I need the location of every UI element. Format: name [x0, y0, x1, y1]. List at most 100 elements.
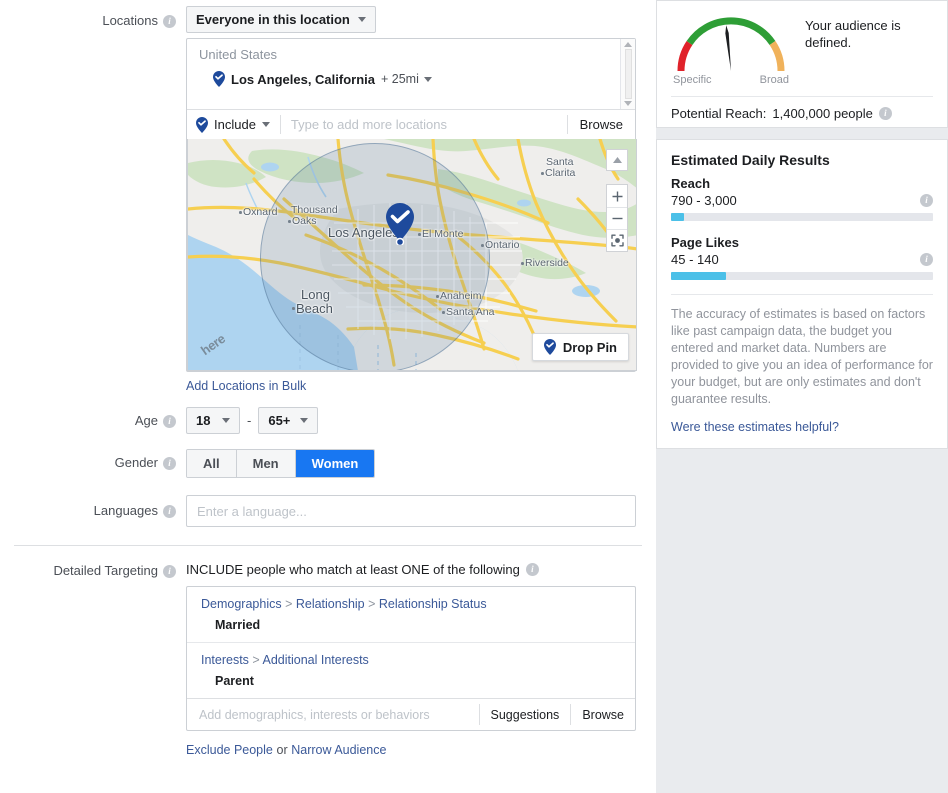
map-city-label: Santa Ana: [446, 307, 494, 318]
exclude-people-link[interactable]: Exclude People: [186, 743, 273, 757]
drop-pin-button[interactable]: Drop Pin: [532, 333, 629, 361]
detailed-targeting-path-segment[interactable]: Relationship Status: [379, 597, 487, 611]
scroll-down-icon[interactable]: [624, 101, 632, 106]
estimated-metric: Page Likes45 - 140i: [671, 235, 933, 280]
potential-reach-value: 1,400,000 people: [772, 106, 872, 121]
gauge-svg: [671, 11, 791, 75]
location-browse-button[interactable]: Browse: [568, 117, 635, 132]
age-label: Age i: [0, 407, 186, 429]
potential-reach-row: Potential Reach: 1,400,000 people i: [671, 106, 933, 121]
detailed-targeting-input[interactable]: Add demographics, interests or behaviors: [187, 708, 479, 722]
map-compass-button[interactable]: [606, 149, 628, 171]
audience-gauge: Specific Broad: [671, 11, 791, 86]
estimated-metric-value: 790 - 3,000: [671, 193, 737, 208]
detailed-targeting-heading-info-icon[interactable]: i: [526, 563, 539, 576]
narrow-audience-link[interactable]: Narrow Audience: [291, 743, 386, 757]
map-city-label: El Monte: [422, 229, 463, 240]
scroll-up-icon[interactable]: [624, 42, 632, 47]
gender-label-text: Gender: [115, 455, 158, 471]
gender-option-women[interactable]: Women: [295, 450, 375, 477]
detailed-targeting-info-icon[interactable]: i: [163, 565, 176, 578]
languages-info-icon[interactable]: i: [163, 505, 176, 518]
detailed-targeting-input-row: Add demographics, interests or behaviors…: [187, 698, 635, 730]
languages-label-text: Languages: [94, 503, 158, 519]
estimated-metric-name: Reach: [671, 176, 933, 191]
estimated-metric-info-icon[interactable]: i: [920, 253, 933, 266]
estimated-daily-results-card: Estimated Daily Results Reach 790 - 3,000…: [656, 139, 948, 449]
detailed-targeting-path-segment[interactable]: Demographics: [201, 597, 282, 611]
location-item-los-angeles[interactable]: Los Angeles, California + 25mi: [199, 71, 623, 87]
languages-input[interactable]: Enter a language...: [186, 495, 636, 527]
map-city-dot: [239, 211, 242, 214]
map-city-label: Ontario: [485, 240, 519, 251]
languages-row: Languages i Enter a language...: [0, 495, 656, 527]
locations-scrollbar[interactable]: [620, 39, 635, 109]
detailed-targeting-box: Demographics > Relationship > Relationsh…: [186, 586, 636, 731]
map-city-dot: [288, 220, 291, 223]
map-city-dot: [481, 244, 484, 247]
potential-reach-info-icon[interactable]: i: [879, 107, 892, 120]
gauge-label-broad: Broad: [760, 74, 789, 86]
audience-summary-sidebar: Specific Broad Your audience is defined.…: [656, 0, 948, 793]
gender-body: AllMenWomen: [186, 449, 656, 478]
detailed-targeting-browse-button[interactable]: Browse: [571, 708, 635, 722]
gender-option-men[interactable]: Men: [236, 450, 295, 477]
detailed-targeting-path-segment[interactable]: Interests: [201, 653, 249, 667]
divider: [671, 96, 933, 97]
age-max-value: 65+: [268, 413, 290, 428]
estimated-results-title: Estimated Daily Results: [671, 152, 933, 168]
location-pin-icon: [213, 71, 225, 87]
detailed-targeting-path[interactable]: Interests > Additional Interests: [201, 653, 621, 667]
location-map[interactable]: VictorvilleSantaClaritaOxnardThousandOak…: [187, 139, 637, 371]
map-city-label: Long: [301, 289, 330, 300]
detailed-targeting-path-segment[interactable]: Relationship: [296, 597, 365, 611]
scrollbar-track[interactable]: [625, 49, 632, 99]
languages-body: Enter a language...: [186, 495, 656, 527]
locations-label-text: Locations: [102, 13, 158, 29]
languages-placeholder: Enter a language...: [197, 504, 307, 519]
section-divider: [14, 545, 642, 546]
map-recenter-button[interactable]: [607, 229, 627, 251]
estimated-results-note: The accuracy of estimates is based on fa…: [671, 306, 933, 408]
estimates-feedback-link[interactable]: Were these estimates helpful?: [671, 420, 839, 434]
estimated-metric-info-icon[interactable]: i: [920, 194, 933, 207]
estimated-metric-value-row: 790 - 3,000 i: [671, 193, 933, 208]
map-zoom-in-button[interactable]: [607, 185, 627, 207]
chevron-down-icon: [358, 17, 366, 22]
locations-box: United States Los Angeles, California +: [186, 38, 636, 372]
detailed-targeting-item[interactable]: Parent: [201, 674, 621, 688]
gender-label: Gender i: [0, 449, 186, 471]
age-min-select[interactable]: 18: [186, 407, 240, 434]
map-center-pin[interactable]: [383, 201, 417, 245]
location-radius-select[interactable]: + 25mi: [381, 72, 432, 86]
age-label-text: Age: [135, 413, 158, 429]
age-info-icon[interactable]: i: [163, 415, 176, 428]
map-city-label: Oaks: [292, 216, 317, 227]
languages-label: Languages i: [0, 495, 186, 519]
audience-meter-area: Specific Broad Your audience is defined.: [671, 11, 933, 86]
location-search-input[interactable]: Type to add more locations: [281, 117, 567, 132]
gender-option-all[interactable]: All: [187, 450, 236, 477]
map-zoom-out-button[interactable]: [607, 207, 627, 229]
estimated-metric-bar-track: [671, 213, 933, 221]
detailed-targeting-path-segment[interactable]: Additional Interests: [263, 653, 369, 667]
locations-info-icon[interactable]: i: [163, 15, 176, 28]
estimated-metric: Reach 790 - 3,000 i: [671, 176, 933, 221]
location-include-select[interactable]: Include: [187, 117, 280, 133]
estimated-metric-value-row: 45 - 140i: [671, 252, 933, 267]
location-audience-type-select[interactable]: Everyone in this location: [186, 6, 376, 33]
map-city-label: Clarita: [545, 168, 575, 179]
age-min-value: 18: [196, 413, 210, 428]
audience-modifier-links: Exclude People or Narrow Audience: [186, 742, 656, 757]
or-text: or: [277, 743, 288, 757]
locations-label: Locations i: [0, 6, 186, 29]
gauge-scale-labels: Specific Broad: [671, 74, 791, 86]
chevron-down-icon: [424, 77, 432, 82]
map-city-dot: [292, 307, 295, 310]
detailed-targeting-path[interactable]: Demographics > Relationship > Relationsh…: [201, 597, 621, 611]
add-locations-bulk-link[interactable]: Add Locations in Bulk: [186, 379, 306, 393]
gender-info-icon[interactable]: i: [163, 457, 176, 470]
suggestions-button[interactable]: Suggestions: [480, 708, 571, 722]
detailed-targeting-item[interactable]: Married: [201, 618, 621, 632]
age-max-select[interactable]: 65+: [258, 407, 318, 434]
